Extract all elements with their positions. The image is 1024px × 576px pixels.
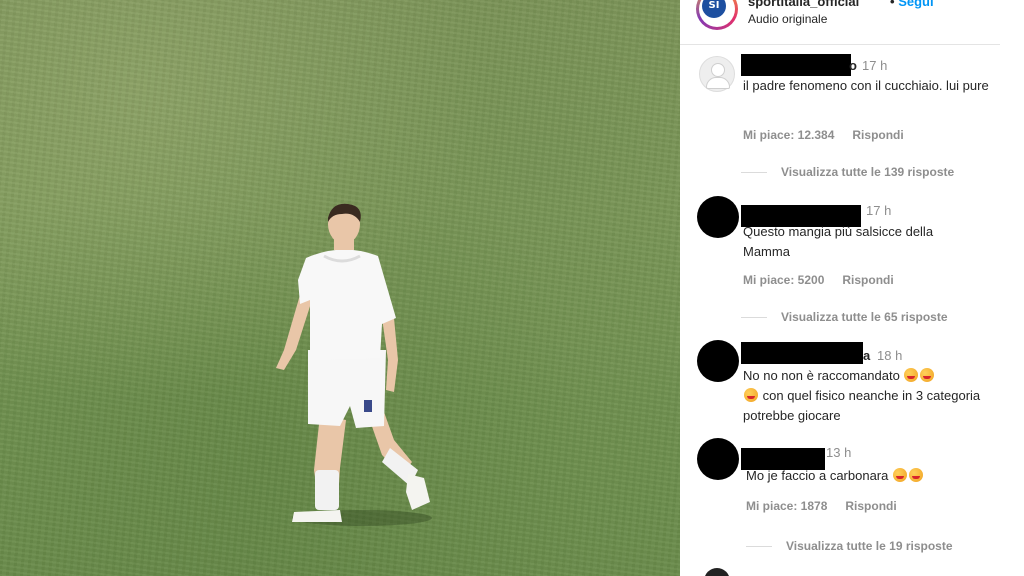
comment-likes[interactable]: Mi piace: 5200 — [743, 273, 824, 287]
view-replies-button[interactable]: Visualizza tutte le 65 risposte — [741, 310, 948, 324]
laughing-emoji-icon — [892, 468, 907, 482]
comment-timestamp: 18 h — [877, 348, 903, 363]
replies-divider — [741, 172, 767, 174]
view-replies-label: Visualizza tutte le 19 risposte — [786, 539, 953, 553]
comment-username-tail[interactable]: o — [849, 58, 857, 73]
redacted-username — [741, 342, 863, 364]
user-avatar[interactable] — [697, 438, 739, 480]
comment-text: Mo je faccio a carbonara — [746, 466, 996, 486]
reply-button[interactable]: Rispondi — [842, 273, 893, 287]
view-replies-label: Visualizza tutte le 139 risposte — [781, 165, 955, 179]
separator-dot: • — [890, 0, 895, 9]
view-replies-label: Visualizza tutte le 65 risposte — [781, 310, 948, 324]
page-margin — [1000, 0, 1024, 576]
default-avatar-icon[interactable] — [699, 56, 735, 92]
post-header: SI sportitalia_official • Segui Audio or… — [680, 0, 1000, 45]
account-username[interactable]: sportitalia_official — [748, 0, 859, 9]
comment-text-line1: Mo je faccio a carbonara — [746, 468, 889, 483]
comment-username-tail[interactable]: a — [863, 348, 870, 363]
laughing-emoji-icon — [744, 388, 758, 402]
audio-link[interactable]: Audio originale — [748, 12, 827, 26]
comment-text-line2: con quel fisico neanche in 3 categoria p… — [743, 388, 981, 423]
laughing-emoji-icon — [908, 468, 923, 482]
follow-button[interactable]: • Segui — [890, 0, 934, 9]
comments-panel[interactable]: SI sportitalia_official • Segui Audio or… — [680, 0, 1000, 576]
video-frame[interactable] — [0, 0, 680, 576]
reply-button[interactable]: Rispondi — [845, 499, 896, 513]
view-replies-button[interactable]: Visualizza tutte le 19 risposte — [746, 539, 953, 553]
view-replies-button[interactable]: Visualizza tutte le 139 risposte — [741, 165, 954, 179]
comment-actions: Mi piace: 1878 Rispondi — [746, 499, 915, 513]
comment-timestamp: 13 h — [826, 445, 852, 460]
comment-text: il padre fenomeno con il cucchiaio. lui … — [743, 78, 989, 93]
user-avatar[interactable] — [697, 196, 739, 238]
follow-label: Segui — [898, 0, 934, 9]
redacted-username — [741, 54, 851, 76]
replies-divider — [741, 317, 767, 319]
comment-actions: Mi piace: 5200 Rispondi — [743, 273, 912, 287]
comment-timestamp: 17 h — [866, 203, 892, 218]
replies-divider — [746, 546, 772, 548]
comment-actions: Mi piace: 12.384 Rispondi — [743, 128, 922, 142]
comment-text: Questo mangia più salsicce della Mamma — [743, 224, 934, 259]
laughing-emoji-icon — [904, 368, 919, 382]
player-figure — [276, 203, 432, 526]
comment-text: No no non è raccomandato con quel fisico… — [743, 366, 989, 426]
comment-likes[interactable]: Mi piace: 12.384 — [743, 128, 834, 142]
comment-text-line1: No no non è raccomandato — [743, 368, 900, 383]
comment-timestamp: 17 h — [862, 58, 888, 73]
comment-likes[interactable]: Mi piace: 1878 — [746, 499, 827, 513]
laughing-emoji-icon — [920, 368, 935, 382]
profile-avatar[interactable]: SI — [696, 0, 738, 30]
next-comment-avatar[interactable] — [704, 568, 730, 576]
reply-button[interactable]: Rispondi — [852, 128, 903, 142]
user-avatar[interactable] — [697, 340, 739, 382]
